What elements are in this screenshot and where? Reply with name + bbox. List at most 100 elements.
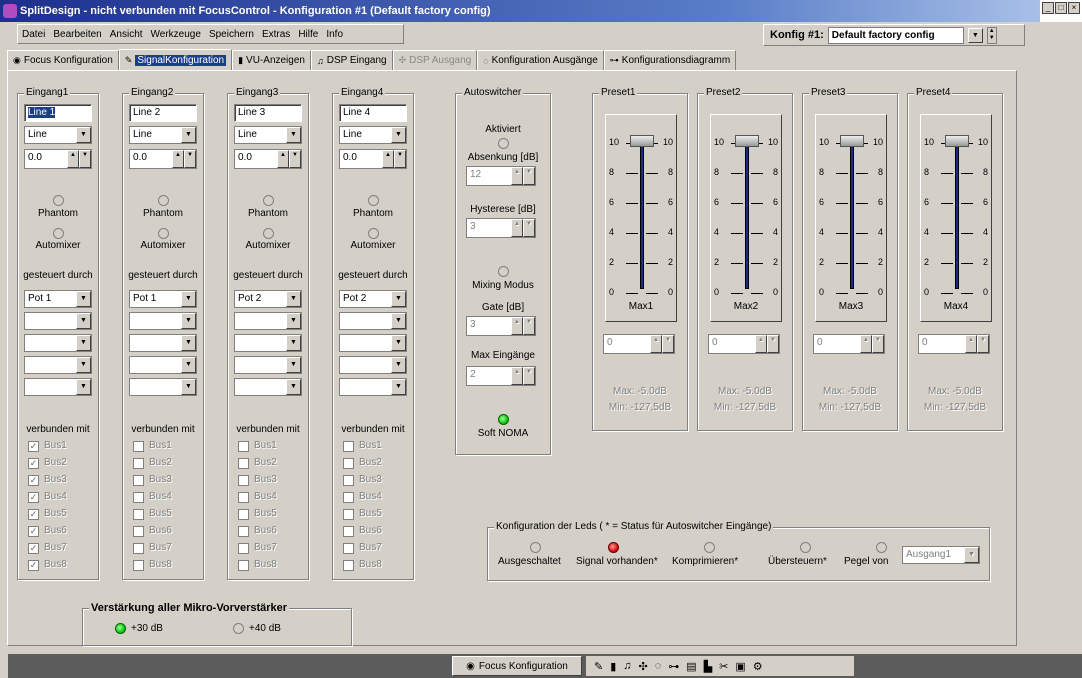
bus-checkbox[interactable] [343, 543, 354, 554]
chevron-down-icon[interactable]: ▼ [967, 27, 983, 43]
bus-checkbox[interactable] [133, 441, 144, 452]
input-type-select[interactable]: Line ▼ [234, 126, 302, 144]
bus-checkbox[interactable] [238, 492, 249, 503]
automixer-radio[interactable] [263, 228, 274, 239]
bus-checkbox[interactable] [133, 475, 144, 486]
menu-ansicht[interactable]: Ansicht [110, 29, 143, 40]
phantom-radio[interactable] [53, 195, 64, 206]
tab-focus-konfiguration[interactable]: ◉ Focus Konfiguration [7, 50, 119, 70]
controlled-by-select[interactable]: ▼ [129, 312, 197, 330]
bus-checkbox[interactable] [343, 526, 354, 537]
menu-speichern[interactable]: Speichern [209, 29, 254, 40]
chevron-down-icon[interactable]: ▼ [76, 335, 91, 351]
bus-checkbox[interactable] [238, 560, 249, 571]
menu-info[interactable]: Info [326, 29, 343, 40]
chevron-down-icon[interactable]: ▼ [181, 313, 196, 329]
menu-extras[interactable]: Extras [262, 29, 290, 40]
controlled-by-select[interactable]: ▼ [234, 312, 302, 330]
bus-checkbox[interactable]: ✓ [28, 543, 39, 554]
minimize-icon[interactable]: _ [1042, 2, 1054, 14]
controlled-by-select[interactable]: ▼ [129, 356, 197, 374]
bus-checkbox[interactable] [133, 543, 144, 554]
menu-datei[interactable]: Datei [22, 29, 45, 40]
bus-checkbox[interactable] [238, 475, 249, 486]
input-gain-spinner[interactable]: 0.0 ▲ ▼ [339, 149, 407, 169]
wrench-icon[interactable]: ✎ [594, 660, 603, 673]
tab-dsp-eingang[interactable]: ♫ DSP Eingang [310, 50, 393, 70]
close-icon[interactable]: × [1068, 2, 1080, 14]
fader-thumb[interactable] [630, 135, 654, 147]
controlled-by-select[interactable]: ▼ [24, 312, 92, 330]
absenkung-spinner[interactable]: 12 ▲ ▼ [466, 166, 536, 186]
taskbar-focus-konfiguration[interactable]: ◉ Focus Konfiguration [452, 656, 582, 676]
fader-thumb[interactable] [945, 135, 969, 147]
input-gain-spinner[interactable]: 0.0 ▲ ▼ [24, 149, 92, 169]
bus-checkbox[interactable] [343, 441, 354, 452]
chevron-down-icon[interactable]: ▼ [286, 357, 301, 373]
menu-bearbeiten[interactable]: Bearbeiten [53, 29, 101, 40]
tools-icon[interactable]: ✂ [719, 660, 728, 673]
chevron-down-icon[interactable]: ▼ [181, 335, 196, 351]
chevron-down-icon[interactable]: ▼ [964, 547, 979, 563]
bus-checkbox[interactable] [238, 441, 249, 452]
controlled-by-select[interactable]: ▼ [339, 312, 407, 330]
bus-checkbox[interactable]: ✓ [28, 475, 39, 486]
chevron-down-icon[interactable]: ▼ [181, 379, 196, 395]
input-type-select[interactable]: Line ▼ [129, 126, 197, 144]
automixer-radio[interactable] [53, 228, 64, 239]
bus-checkbox[interactable] [343, 492, 354, 503]
tab-signalkonfiguration[interactable]: ✎ SignalKonfiguration [118, 49, 233, 71]
chevron-down-icon[interactable]: ▼ [286, 127, 301, 143]
hysterese-spinner[interactable]: 3 ▲ ▼ [466, 218, 536, 238]
chevron-down-icon[interactable]: ▼ [391, 379, 406, 395]
bus-checkbox[interactable]: ✓ [28, 492, 39, 503]
chevron-down-icon[interactable]: ▼ [76, 291, 91, 307]
bus-checkbox[interactable] [133, 509, 144, 520]
led-option-radio[interactable] [530, 542, 541, 553]
mic-30db-radio[interactable] [115, 623, 126, 634]
chevron-down-icon[interactable]: ▼ [286, 335, 301, 351]
doc-icon[interactable]: ▣ [735, 660, 745, 673]
preset-fader[interactable]: 10 10 8 8 6 6 4 4 2 2 0 0 Max4 [920, 114, 992, 322]
automixer-radio[interactable] [158, 228, 169, 239]
chevron-down-icon[interactable]: ▼ [391, 335, 406, 351]
bus-checkbox[interactable] [238, 526, 249, 537]
outputs-icon[interactable]: ◌ [655, 660, 662, 672]
chevron-down-icon[interactable]: ▼ [181, 357, 196, 373]
bus-checkbox[interactable] [343, 560, 354, 571]
bus-checkbox[interactable] [343, 458, 354, 469]
dsp-out-icon[interactable]: ✣ [639, 660, 648, 673]
konfig-select[interactable]: Default factory config [827, 26, 964, 44]
preset-value-spinner[interactable]: 0 ▲ ▼ [603, 334, 675, 354]
led-option-radio[interactable] [608, 542, 619, 553]
chevron-down-icon[interactable]: ▼ [76, 379, 91, 395]
max-eingaenge-spinner[interactable]: 2 ▲ ▼ [466, 366, 536, 386]
controlled-by-select[interactable]: Pot 1 ▼ [129, 290, 197, 308]
preset-value-spinner[interactable]: 0 ▲ ▼ [918, 334, 990, 354]
preset-value-spinner[interactable]: 0 ▲ ▼ [708, 334, 780, 354]
bus-checkbox[interactable] [343, 475, 354, 486]
settings-icon[interactable]: ⚙ [753, 660, 763, 673]
chevron-down-icon[interactable]: ▼ [181, 291, 196, 307]
phantom-radio[interactable] [368, 195, 379, 206]
controlled-by-select[interactable]: ▼ [234, 356, 302, 374]
maximize-icon[interactable]: □ [1055, 2, 1067, 14]
chevron-down-icon[interactable]: ▼ [391, 357, 406, 373]
controlled-by-select[interactable]: ▼ [234, 334, 302, 352]
input-gain-spinner[interactable]: 0.0 ▲ ▼ [234, 149, 302, 169]
chevron-down-icon[interactable]: ▼ [181, 127, 196, 143]
input-name-field[interactable]: Line 3 [234, 104, 302, 122]
diagram-icon[interactable]: ⊶ [668, 660, 679, 673]
chevron-down-icon[interactable]: ▼ [76, 127, 91, 143]
input-name-field[interactable]: Line 2 [129, 104, 197, 122]
bus-checkbox[interactable] [238, 509, 249, 520]
tab-konfigurationsdiagramm[interactable]: ⊶ Konfigurationsdiagramm [603, 50, 737, 70]
controlled-by-select[interactable]: ▼ [24, 356, 92, 374]
input-gain-spinner[interactable]: 0.0 ▲ ▼ [129, 149, 197, 169]
chevron-down-icon[interactable]: ▼ [391, 313, 406, 329]
bus-checkbox[interactable] [133, 458, 144, 469]
input-name-field[interactable]: Line 1 [24, 104, 92, 122]
bus-checkbox[interactable]: ✓ [28, 458, 39, 469]
bus-checkbox[interactable] [133, 526, 144, 537]
konfig-spinner[interactable]: ▲ ▼ [986, 26, 997, 44]
